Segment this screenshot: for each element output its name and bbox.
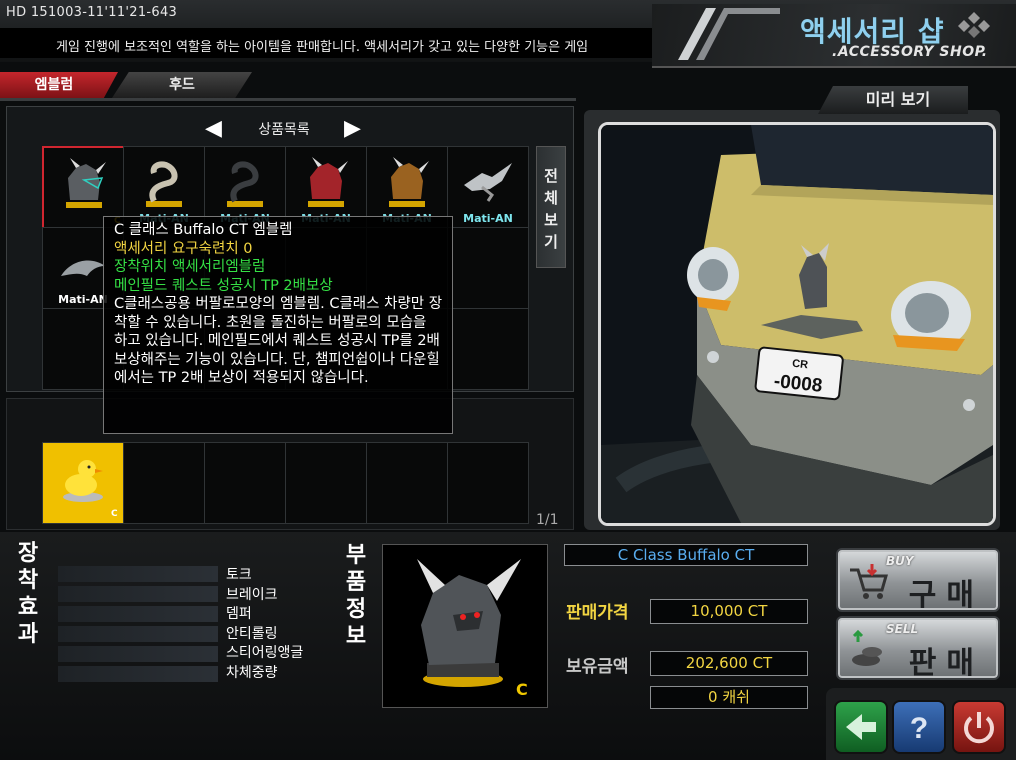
empty-slot[interactable] xyxy=(123,442,205,524)
owned-item[interactable]: C xyxy=(42,442,124,524)
empty-slot[interactable] xyxy=(447,227,529,309)
duck-emblem-icon xyxy=(63,460,103,502)
exit-button[interactable] xyxy=(952,700,1006,754)
effect-bar xyxy=(58,646,218,662)
effect-list: 토크 브레이크 뎀퍼 안티롤링 스티어링앵글 차체중량 xyxy=(226,566,303,683)
cobra-emblem-icon xyxy=(227,161,263,207)
buy-button[interactable]: BUY 구매 xyxy=(836,548,1000,613)
tooltip-description: C클래스공용 버팔로모양의 엠블렘. C클래스 차량만 장착할 수 있습니다. … xyxy=(114,296,443,386)
price-label: 판매가격 xyxy=(566,603,629,623)
tooltip-requirement: 액세서리 요구숙련치 0 xyxy=(114,240,253,257)
tooltip-position: 장착위치 액세서리엠블럼 xyxy=(114,259,266,275)
effect-bars xyxy=(58,566,218,686)
effect-damper: 뎀퍼 xyxy=(226,606,252,622)
class-c-badge: C xyxy=(111,509,118,519)
class-c-badge: C xyxy=(516,680,528,699)
sell-button[interactable]: SELL 판매 xyxy=(836,616,1000,681)
buy-label-en: BUY xyxy=(886,554,914,568)
back-button[interactable] xyxy=(834,700,888,754)
help-button[interactable]: ? xyxy=(892,700,946,754)
view-all-button[interactable]: 전체보기 xyxy=(536,146,566,268)
catalog-nav-label: 상품목록 xyxy=(258,122,310,138)
effect-steering-angle: 스티어링앵글 xyxy=(226,645,304,661)
eagle-emblem-icon xyxy=(464,163,512,202)
price-value: 10,000 CT xyxy=(690,602,768,620)
part-name-field: C Class Buffalo CT xyxy=(564,544,808,566)
prev-page-icon[interactable]: ◀ xyxy=(205,116,222,141)
view-all-label: 전체보기 xyxy=(544,167,558,251)
money-label: 보유금액 xyxy=(566,657,629,677)
sell-coins-icon xyxy=(852,630,882,666)
effect-torque: 토크 xyxy=(226,567,252,583)
title-slash-decoration xyxy=(678,8,780,60)
power-icon xyxy=(964,712,994,744)
dolphin-emblem-icon xyxy=(61,260,105,276)
empty-slot[interactable] xyxy=(447,442,529,524)
svg-text:?: ? xyxy=(910,712,928,745)
tab-hood-label: 후드 xyxy=(169,77,195,93)
news-ticker: 게임 진행에 보조적인 역할을 하는 아이템을 판매합니다. 액세서리가 갖고 … xyxy=(0,28,660,58)
tooltip-item-name: C 클래스 Buffalo CT 엠블렘 xyxy=(114,222,293,238)
buffalo-emblem-icon xyxy=(66,158,106,208)
cobra-emblem-icon xyxy=(146,161,182,207)
preview-label: 미리 보기 xyxy=(865,90,931,109)
effect-weight: 차체중량 xyxy=(226,664,278,681)
empty-slot[interactable] xyxy=(447,308,529,390)
empty-slot[interactable] xyxy=(366,442,448,524)
empty-slot[interactable] xyxy=(204,442,286,524)
car-preview-image: CR -0008 xyxy=(601,125,993,523)
empty-slot[interactable] xyxy=(285,442,367,524)
money-value: 202,600 CT xyxy=(685,654,773,672)
sell-label-en: SELL xyxy=(886,622,919,636)
cash-field: 0 캐쉬 xyxy=(650,686,808,709)
cash-value: 0 캐쉬 xyxy=(708,688,750,706)
price-field: 10,000 CT xyxy=(650,599,808,624)
buy-label: 구매 xyxy=(908,578,984,613)
plate-logo: CR xyxy=(792,358,809,372)
part-name: C Class Buffalo CT xyxy=(617,546,755,564)
tooltip-quest-bonus: 메인필드 퀘스트 성공시 TP 2배보상 xyxy=(114,277,333,294)
part-info-title: 부품정보 xyxy=(345,543,367,649)
money-field: 202,600 CT xyxy=(650,651,808,676)
page-indicator: 1/1 xyxy=(536,512,559,528)
shop-title-en: .ACCESSORY SHOP. xyxy=(832,44,988,60)
equip-effect-title: 장착효과 xyxy=(17,541,39,647)
tab-emblem[interactable]: 엠블럼 xyxy=(0,72,118,98)
tab-hood[interactable]: 후드 xyxy=(112,72,252,98)
buffalo-emblem-icon xyxy=(389,157,429,207)
effect-bar xyxy=(58,566,218,582)
buffalo-emblem-icon xyxy=(308,157,348,207)
preview-tab: 미리 보기 xyxy=(818,86,968,114)
build-id: HD 151003-11'11'21-643 xyxy=(6,5,178,20)
ticker-text: 게임 진행에 보조적인 역할을 하는 아이템을 판매합니다. 액세서리가 갖고 … xyxy=(56,40,589,55)
effect-bar xyxy=(58,606,218,622)
cart-icon xyxy=(850,564,888,599)
tab-emblem-label: 엠블럼 xyxy=(34,77,74,93)
diamond-icon xyxy=(958,12,990,38)
effect-bar xyxy=(58,626,218,642)
next-page-icon[interactable]: ▶ xyxy=(344,116,361,141)
question-icon: ? xyxy=(910,712,928,745)
catalog-item[interactable]: Mati-AN xyxy=(447,146,529,228)
item-tag: Mati-AN xyxy=(463,212,513,225)
back-arrow-icon xyxy=(846,714,876,740)
tab-underline xyxy=(0,98,576,101)
effect-anti-rolling: 안티롤링 xyxy=(226,625,278,642)
effect-bar xyxy=(58,666,218,682)
effect-bar xyxy=(58,586,218,602)
effect-brake: 브레이크 xyxy=(226,586,278,603)
car-preview[interactable]: CR -0008 xyxy=(598,122,996,526)
sell-label: 판매 xyxy=(908,646,984,681)
item-tooltip: C 클래스 Buffalo CT 엠블렘 액세서리 요구숙련치 0 장착위치 액… xyxy=(103,216,453,434)
